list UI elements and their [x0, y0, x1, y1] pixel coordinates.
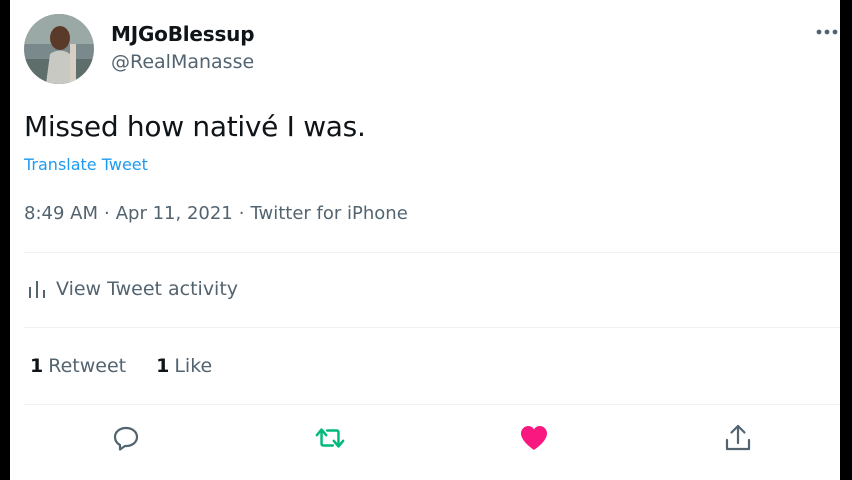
- divider: [24, 252, 840, 253]
- heart-icon: [521, 426, 547, 450]
- retweet-count-value: 1: [30, 355, 44, 377]
- divider: [24, 404, 840, 405]
- tweet-time[interactable]: 8:49 AM: [24, 203, 98, 224]
- reply-button[interactable]: [110, 422, 142, 454]
- tweet-metadata: 8:49 AM · Apr 11, 2021 · Twitter for iPhone: [24, 203, 408, 224]
- share-upload-icon: [725, 424, 751, 451]
- view-tweet-activity-label: View Tweet activity: [56, 278, 239, 300]
- tweet-text: Missed how nativé I was.: [24, 110, 366, 143]
- speech-bubble-icon: [113, 426, 139, 451]
- tweet-stats: 1 Retweet 1 Like: [30, 355, 212, 377]
- display-name[interactable]: MJGoBlessup: [111, 22, 255, 46]
- meta-separator: ·: [104, 203, 110, 224]
- avatar[interactable]: [24, 14, 94, 84]
- retweet-count-label: Retweet: [48, 355, 127, 377]
- view-tweet-activity-link[interactable]: View Tweet activity: [28, 278, 238, 300]
- like-count-value: 1: [156, 355, 170, 377]
- like-count[interactable]: 1 Like: [156, 355, 212, 377]
- avatar-photo: [24, 14, 94, 84]
- user-handle[interactable]: @RealManasse: [111, 51, 254, 73]
- retweet-count[interactable]: 1 Retweet: [30, 355, 126, 377]
- more-options-icon[interactable]: [814, 24, 840, 40]
- meta-separator: ·: [238, 203, 245, 224]
- retweet-button[interactable]: [314, 422, 346, 454]
- share-button[interactable]: [722, 422, 754, 454]
- retweet-arrows-icon: [315, 428, 345, 448]
- tweet-card: MJGoBlessup @RealManasse Missed how nati…: [10, 0, 840, 480]
- tweet-date[interactable]: Apr 11, 2021: [116, 203, 233, 224]
- like-count-label: Like: [174, 355, 213, 377]
- tweet-source[interactable]: Twitter for iPhone: [251, 203, 408, 224]
- analytics-bars-icon: [29, 281, 45, 298]
- translate-tweet-link[interactable]: Translate Tweet: [24, 155, 148, 174]
- divider: [24, 327, 840, 328]
- like-button[interactable]: [518, 422, 550, 454]
